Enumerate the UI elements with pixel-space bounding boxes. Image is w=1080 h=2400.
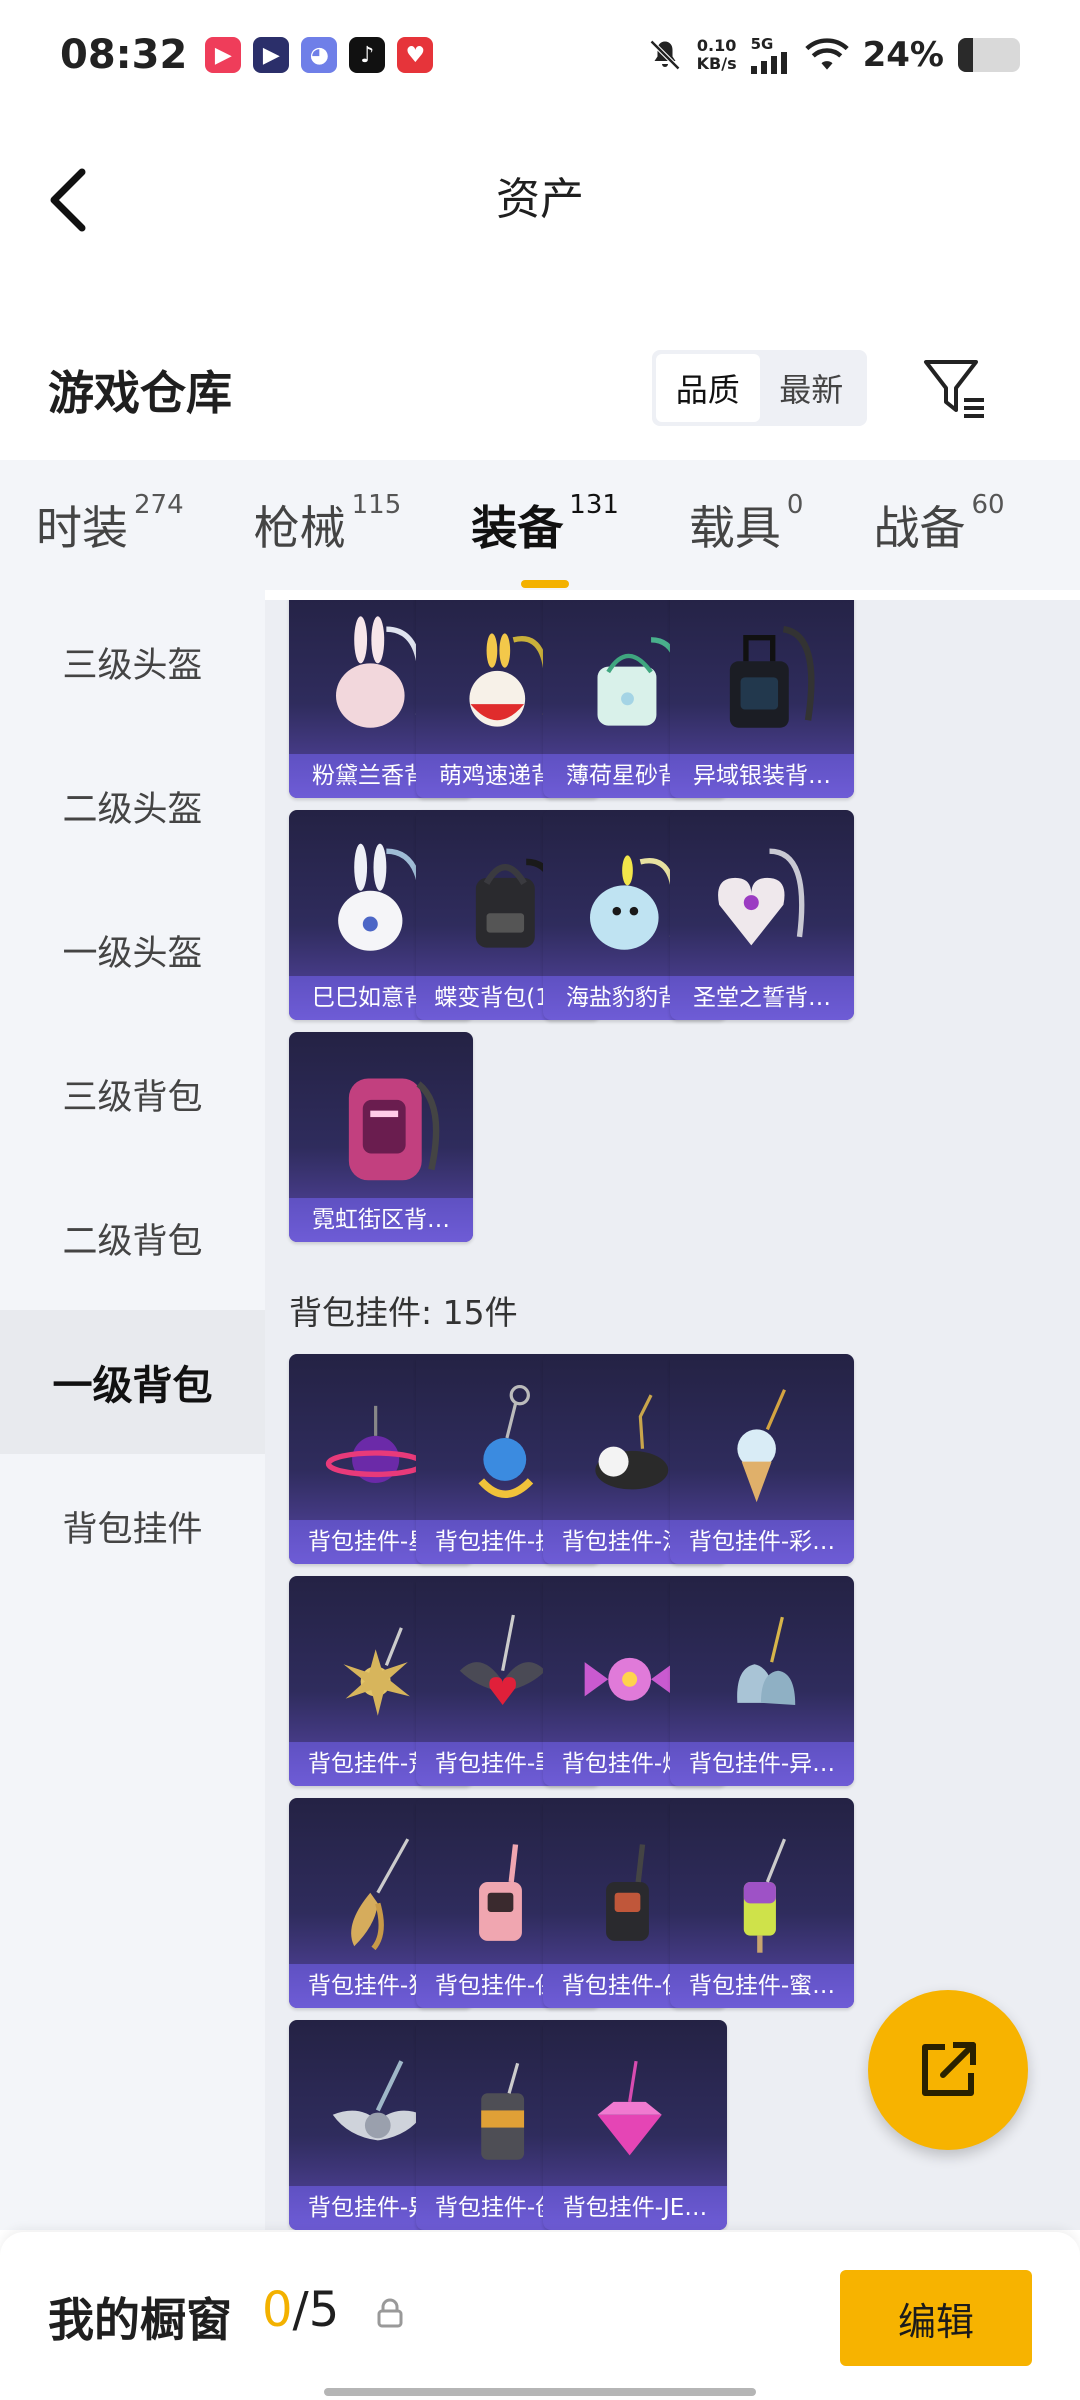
neon-backpack-icon [289, 1032, 473, 1200]
item-name: 异域银装背… [670, 754, 854, 798]
home-indicator[interactable] [324, 2388, 756, 2396]
player-app-icon: ▶ [253, 37, 290, 73]
charm-card[interactable]: 背包挂件-蜜… [670, 1798, 854, 2008]
tab-count: 274 [134, 490, 184, 520]
tiktok-app-icon: ♪ [349, 37, 386, 73]
item-name: 圣堂之誓背… [670, 976, 854, 1020]
back-arrow-icon[interactable] [40, 160, 100, 240]
backpack-card[interactable]: 异域银装背… [670, 600, 854, 798]
category-tabs: 时装 274 枪械 115 装备 131 载具 0 战备 60 [0, 460, 1080, 590]
tab-count: 60 [971, 490, 1005, 520]
battery-icon [958, 38, 1020, 72]
warehouse-title: 游戏仓库 [48, 366, 232, 420]
popsicle-charm-icon [670, 1798, 854, 1966]
network-speed: 0.10 KB/s [697, 37, 737, 73]
heart-app-icon: ♥ [397, 37, 434, 73]
gem-charm-icon [543, 2020, 727, 2188]
mute-bell-icon [649, 39, 680, 71]
item-grid: 粉黛兰香背… 萌鸡速递背… 薄荷星砂背… 异域银装背… 巳巳如意背… 蝶变背包(1级) 海盐… [265, 600, 1080, 2230]
network-speed-value: 0.10 [696, 36, 737, 55]
showcase-total: /5 [292, 2282, 340, 2338]
notification-icons: ▶ ▶ ◕ ♪ ♥ [205, 37, 434, 73]
network-speed-unit: KB/s [696, 54, 737, 73]
share-icon [922, 2042, 976, 2096]
sidebar-item-backpack-lv2[interactable]: 二级背包 [0, 1166, 265, 1310]
tab-count: 0 [786, 490, 804, 520]
showcase-count: 0/5 [262, 2282, 339, 2338]
tab-equipment[interactable]: 装备 131 [471, 490, 619, 588]
backpack-card[interactable]: 圣堂之誓背… [670, 810, 854, 1020]
showcase-bar: 我的橱窗 0/5 编辑 [0, 2232, 1080, 2400]
tab-fashion[interactable]: 时装 274 [36, 490, 184, 558]
network-type: 5G [750, 34, 774, 53]
edit-button[interactable]: 编辑 [840, 2270, 1032, 2366]
item-name: 背包挂件-蜜… [670, 1964, 854, 2008]
cell-signal: 5G [750, 34, 791, 74]
charm-card[interactable]: 背包挂件-异… [670, 1576, 854, 1786]
item-name: 背包挂件-异… [670, 1742, 854, 1786]
tab-firearms[interactable]: 枪械 115 [253, 490, 402, 558]
sidebar-item-helmet-lv1[interactable]: 一级头盔 [0, 878, 265, 1022]
item-name: 背包挂件-彩… [670, 1520, 854, 1564]
tab-count: 115 [351, 490, 402, 520]
battery-percent: 24% [862, 35, 944, 75]
tab-gear[interactable]: 战备 60 [873, 490, 1005, 558]
sort-newest-button[interactable]: 最新 [760, 354, 864, 422]
item-name: 背包挂件-JE… [543, 2186, 727, 2230]
tab-label: 载具 [688, 501, 781, 555]
tab-vehicles[interactable]: 载具 0 [688, 490, 804, 558]
status-time: 08:32 [60, 32, 188, 78]
status-bar: 08:32 ▶ ▶ ◕ ♪ ♥ 0.10 KB/s 5G 24% [0, 0, 1080, 110]
charm-card[interactable]: 背包挂件-彩… [670, 1354, 854, 1564]
video-app-icon: ▶ [205, 37, 242, 73]
top-nav: 资产 [0, 110, 1080, 280]
filter-icon[interactable] [920, 352, 990, 422]
icecream-charm-icon [670, 1354, 854, 1522]
tab-label: 战备 [873, 501, 966, 555]
dark-backpack-icon [670, 600, 854, 756]
tab-label: 时装 [36, 501, 128, 555]
sidebar-item-helmet-lv2[interactable]: 二级头盔 [0, 734, 265, 878]
sort-toggle: 品质 最新 [652, 350, 867, 426]
charm-card[interactable]: 背包挂件-JE… [543, 2020, 727, 2230]
sort-quality-button[interactable]: 品质 [656, 354, 760, 422]
lock-icon [377, 2298, 403, 2328]
item-name: 霓虹街区背… [289, 1198, 473, 1242]
robot-app-icon: ◕ [301, 37, 338, 73]
sidebar-item-helmet-lv3[interactable]: 三级头盔 [0, 590, 265, 734]
heart-backpack-icon [670, 810, 854, 978]
share-button[interactable] [868, 1990, 1028, 2150]
battery-level [958, 38, 973, 72]
tab-count: 131 [569, 490, 619, 520]
status-right: 0.10 KB/s 5G 24% [647, 35, 1020, 75]
page-title: 资产 [496, 174, 584, 225]
wifi-icon [804, 38, 849, 70]
charm-section-title: 背包挂件: 15件 [289, 1293, 518, 1332]
warehouse-header: 游戏仓库 品质 最新 [0, 330, 1080, 450]
tab-label: 枪械 [253, 501, 346, 555]
sidebar-item-backpack-lv1[interactable]: 一级背包 [0, 1310, 265, 1454]
signal-bars-icon [750, 51, 787, 74]
subcategory-sidebar: 三级头盔 二级头盔 一级头盔 三级背包 二级背包 一级背包 背包挂件 [0, 590, 265, 2230]
active-tab-indicator [521, 580, 570, 588]
bell-charm-icon [670, 1576, 854, 1744]
showcase-label: 我的橱窗 [48, 2293, 232, 2347]
tab-label: 装备 [471, 501, 564, 555]
showcase-current: 0 [262, 2282, 293, 2338]
sidebar-item-backpack-lv3[interactable]: 三级背包 [0, 1022, 265, 1166]
backpack-card[interactable]: 霓虹街区背… [289, 1032, 473, 1242]
sidebar-item-backpack-charm[interactable]: 背包挂件 [0, 1454, 265, 1598]
